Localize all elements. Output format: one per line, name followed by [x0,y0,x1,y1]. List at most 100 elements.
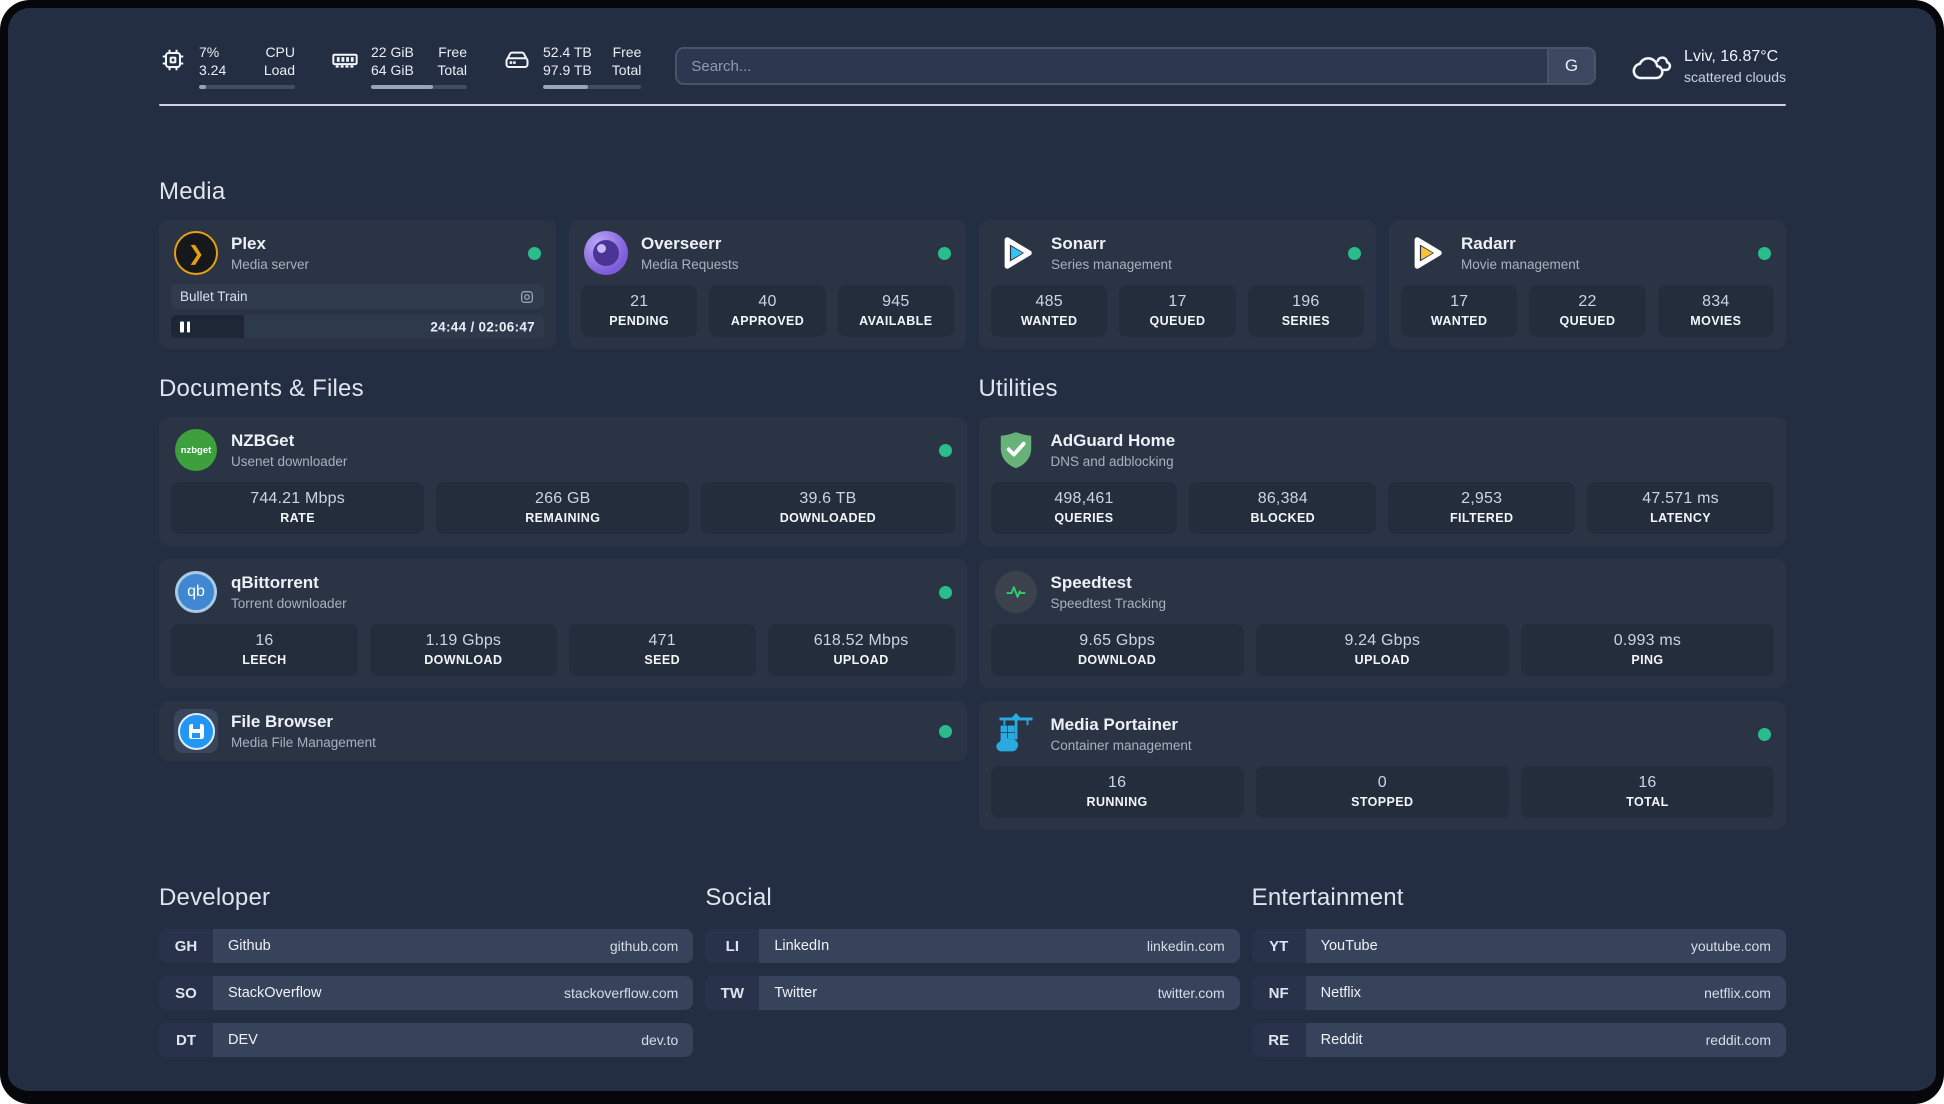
top-bar: 7% 3.24 CPU Load 22 GiB 64 GiB Free Total [159,42,1786,90]
app-name: Media Portainer [1050,714,1179,734]
qbittorrent-icon: qb [175,571,217,613]
link-youtube[interactable]: YT YouTube youtube.com [1251,929,1786,963]
plex-card[interactable]: ❯ Plex Media server Bullet Train 24:44 /… [159,220,556,349]
link-reddit[interactable]: RE Reddit reddit.com [1251,1023,1786,1057]
link-linkedin[interactable]: LI LinkedIn linkedin.com [705,929,1240,963]
stat-tile: 0.993 ms PING [1520,624,1775,676]
section-utilities: Utilities AdGuard Home DNS and adblockin… [978,375,1786,830]
app-name: NZBGet [231,430,295,450]
stat-tile: 0 STOPPED [1255,766,1509,818]
stat-tile: 498,461 QUERIES [990,482,1178,534]
link-stackoverflow[interactable]: SO StackOverflow stackoverflow.com [159,976,694,1010]
link-abbr: TW [705,976,760,1010]
ram-icon [332,53,358,68]
stat-tile: 9.24 Gbps UPLOAD [1255,624,1509,676]
ram-total: 64 GiB [371,62,414,78]
speedtest-card[interactable]: Speedtest Speedtest Tracking 9.65 Gbps DO… [978,559,1786,688]
disk-total: 97.9 TB [543,62,592,78]
app-name: Speedtest [1050,572,1132,592]
app-subtitle: Speedtest Tracking [1050,596,1167,612]
link-github[interactable]: GH Github github.com [159,929,694,963]
developer-section-title: Developer [159,884,271,911]
stat-tile: 47.571 ms LATENCY [1587,482,1774,534]
app-subtitle: Media server [231,257,310,273]
link-url: linkedin.com [1146,938,1225,954]
link-abbr: GH [159,929,213,963]
radarr-card[interactable]: Radarr Movie management 17 WANTED 22 QUEUE… [1389,220,1786,349]
stat-tile: 485 WANTED [991,285,1108,337]
app-name: Overseerr [641,233,722,253]
app-name: qBittorrent [231,572,319,592]
status-dot [938,443,952,457]
status-dot [938,246,951,260]
app-name: File Browser [231,711,334,731]
status-dot [1758,246,1771,260]
section-developer: Developer GH Github github.com SO StackOv… [159,884,694,1057]
stat-tile: 945 AVAILABLE [837,285,954,337]
app-subtitle: Torrent downloader [231,596,347,612]
disk-label-2: Total [611,62,642,78]
section-social: Social LI LinkedIn linkedin.com TW Twitte… [705,884,1240,1057]
link-name: StackOverflow [228,985,322,1001]
link-twitter[interactable]: TW Twitter twitter.com [705,976,1240,1010]
search-input[interactable] [677,49,1548,83]
app-name: Plex [231,233,266,253]
overseerr-card[interactable]: Overseerr Media Requests 21 PENDING 40 APP… [569,220,966,349]
app-subtitle: DNS and adblocking [1050,454,1174,470]
stat-tile: 834 MOVIES [1657,285,1774,337]
adguard-icon [994,428,1038,472]
cpu-usage-bar [199,85,295,90]
stat-tile: 2,953 FILTERED [1388,482,1576,534]
system-stats: 7% 3.24 CPU Load 22 GiB 64 GiB Free Total [159,43,642,90]
app-name: Sonarr [1051,233,1106,253]
app-name: AdGuard Home [1050,430,1176,450]
stat-tile: 17 QUEUED [1119,285,1236,337]
nzbget-card[interactable]: nzbget NZBGet Usenet downloader 744.21 M… [159,417,967,546]
status-dot [528,246,541,260]
disk-free: 52.4 TB [543,43,592,60]
link-netflix[interactable]: NF Netflix netflix.com [1251,976,1786,1010]
link-abbr: LI [705,929,760,963]
link-name: Github [228,938,271,954]
status-dot [1758,727,1771,741]
media-section-title: Media [159,178,226,205]
stat-tile: 266 GB REMAINING [436,482,690,534]
social-section-title: Social [705,884,772,911]
link-url: dev.to [641,1032,679,1048]
nzbget-icon: nzbget [175,429,217,471]
portainer-icon [994,712,1038,756]
qbittorrent-card[interactable]: qb qBittorrent Torrent downloader 16 LEEC… [159,559,967,688]
filebrowser-card[interactable]: File Browser Media File Management [159,701,967,761]
radarr-icon [1404,231,1448,275]
weather-widget[interactable]: Lviv, 16.87°C scattered clouds [1630,48,1786,85]
status-dot [1348,246,1361,260]
adguard-card[interactable]: AdGuard Home DNS and adblocking 498,461 Q… [978,417,1786,546]
link-name: Netflix [1320,985,1361,1001]
documents-section-title: Documents & Files [159,375,364,402]
disk-icon [505,51,529,68]
link-abbr: YT [1251,929,1306,963]
link-dev-to[interactable]: DT DEV dev.to [159,1023,694,1057]
section-media: Media ❯ Plex Media server Bullet Train 2… [159,178,1786,349]
ram-free: 22 GiB [371,43,414,60]
link-abbr: DT [159,1023,213,1057]
cpu-label-2: Load [263,62,295,78]
sonarr-card[interactable]: Sonarr Series management 485 WANTED 17 QUE… [979,220,1376,349]
cpu-icon [162,49,184,70]
disk-usage-bar [543,85,642,90]
stat-tile: 618.52 Mbps UPLOAD [767,624,955,676]
stat-tile: 21 PENDING [581,285,698,337]
portainer-card[interactable]: Media Portainer Container management 16 R… [978,701,1786,830]
section-entertainment: Entertainment YT YouTube youtube.com NF N… [1251,884,1786,1057]
sonarr-icon [994,231,1038,275]
pause-icon [180,321,190,332]
link-url: twitter.com [1157,985,1225,1001]
link-url: reddit.com [1705,1032,1771,1048]
stat-tile: 16 TOTAL [1520,766,1775,818]
app-subtitle: Movie management [1461,257,1580,273]
header-divider [159,104,1786,106]
link-name: LinkedIn [774,938,830,954]
ram-usage-bar [371,85,467,90]
stat-tile: 196 SERIES [1247,285,1364,337]
search-engine-button[interactable]: G [1547,49,1595,83]
